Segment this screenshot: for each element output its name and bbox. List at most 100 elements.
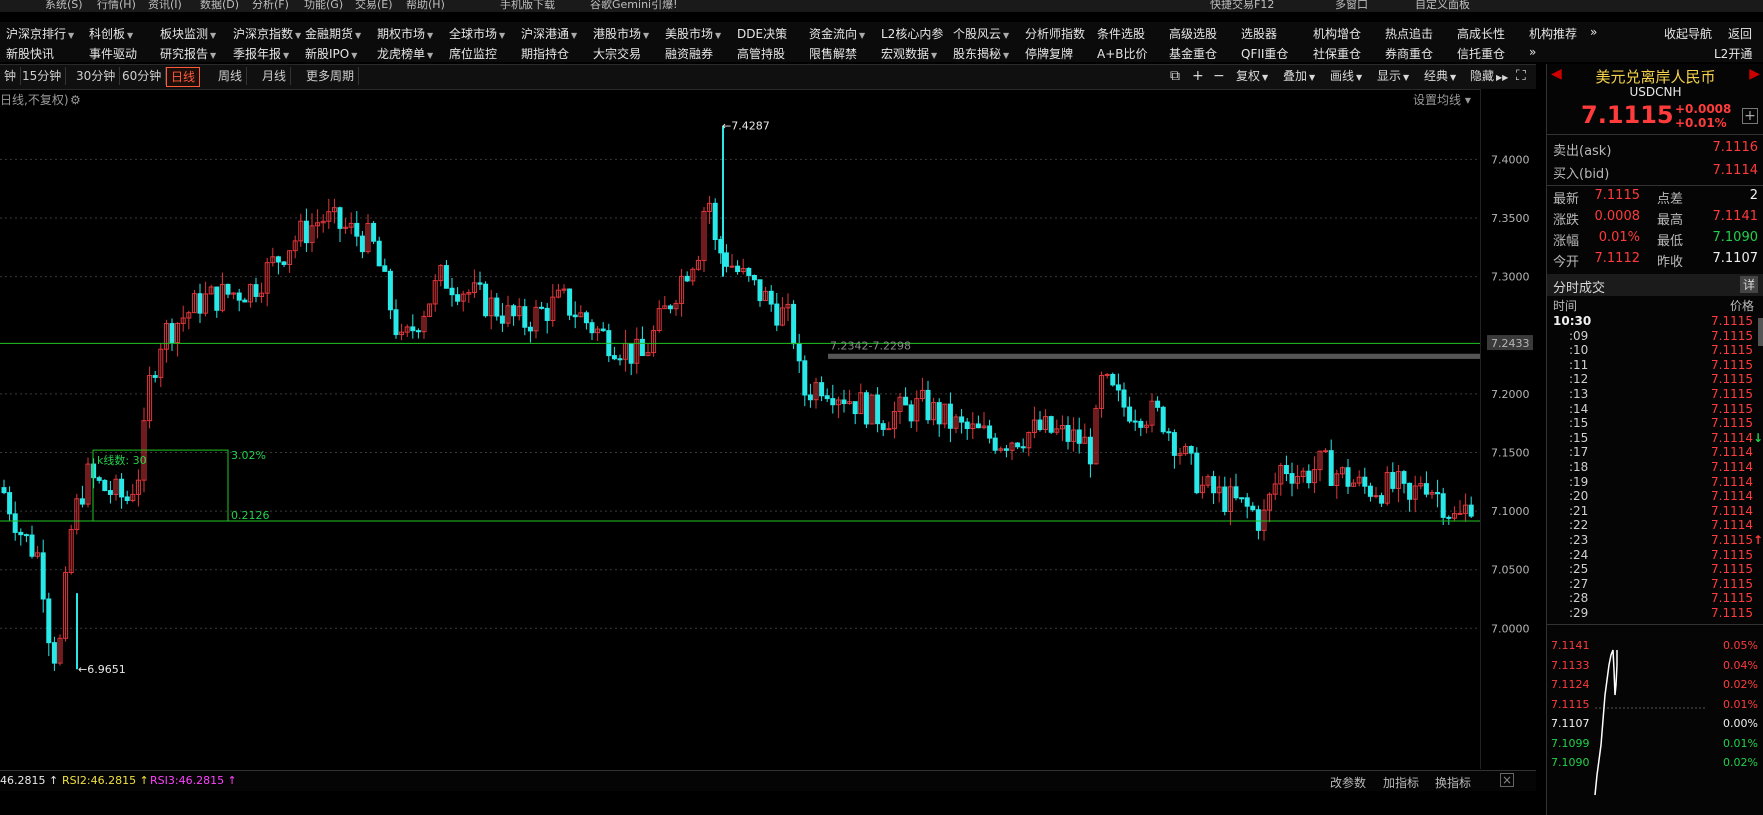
nav-item[interactable]: 事件驱动 [89,45,137,62]
candle-body [1283,465,1289,475]
nav-item[interactable]: L2核心内参 [881,25,943,42]
toolbar-button[interactable]: 画线 ▼ [1330,67,1362,85]
toolbar-button[interactable]: 复权 ▼ [1236,67,1268,85]
nav-item[interactable]: 龙虎榜单 ▼ [377,45,433,62]
toolbar-button[interactable]: 经典 ▼ [1424,67,1456,85]
nav-item[interactable]: 热点追击 [1385,25,1433,42]
nav-item-label: 社保重仓 [1313,47,1362,61]
nav-item[interactable]: 科创板 ▼ [89,25,133,42]
tick-row: :24 7.1115 [1569,547,1753,562]
toolbar-button[interactable]: 叠加 ▼ [1283,67,1315,85]
chevron-down-icon: ▼ [1003,51,1010,60]
nav-item[interactable]: QFII重仓 [1241,45,1288,62]
top-menu-item[interactable]: 分析(F) [252,0,289,12]
nav-item[interactable]: 选股器 [1241,25,1277,42]
top-menu-item[interactable]: 自定义面板 [1415,0,1470,12]
nav-item[interactable]: 大宗交易 [593,45,641,62]
rsi-indicator-bar: 46.2815 ↑ RSI2:46.2815 ↑ RSI3:46.2815 ↑ 改参数… [0,770,1536,791]
period-tab[interactable]: 30分钟 [72,67,121,85]
kline-chart[interactable]: ←7.4287 ←6.9651 7.2342-7.2298 k线数: 30 3.02% 0… [0,89,1480,769]
top-menu-item[interactable]: 交易(E) [355,0,393,12]
nav-item[interactable]: 机构推荐 [1529,25,1577,42]
top-menu-item[interactable]: 功能(G) [304,0,343,12]
period-tab[interactable]: 60分钟 [118,67,167,85]
nav-item[interactable]: 机构增仓 [1313,25,1361,42]
top-menu-item[interactable]: 快捷交易F12 [1210,0,1274,12]
toolbar-button[interactable]: 隐藏 ▶▶ [1470,67,1508,85]
nav-item[interactable]: 条件选股 [1097,25,1145,42]
close-icon[interactable]: × [1500,773,1514,787]
price-tick: 7.3500 [1491,212,1530,225]
nav-item[interactable]: 沪深港通 ▼ [521,25,577,42]
zoom-in-icon[interactable]: + [1192,67,1204,85]
period-tab[interactable]: 日线 [166,67,201,87]
top-menu-item[interactable]: 手机版下载 [500,0,555,12]
nav-item[interactable]: 研究报告 ▼ [160,45,216,62]
scrollbar[interactable] [1758,318,1763,346]
nav-item[interactable]: DDE决策 [737,25,787,42]
nav-item[interactable]: 个股风云 ▼ [953,25,1009,42]
nav-item[interactable]: 融资融券 [665,45,713,62]
top-menu-item[interactable]: 数据(D) [200,0,239,12]
nav-item[interactable]: 季报年报 ▼ [233,45,289,62]
nav-item[interactable]: 基金重仓 [1169,45,1217,62]
nav-item-label: 返回 [1728,27,1753,41]
nav-item[interactable]: 港股市场 ▼ [593,25,649,42]
nav-item[interactable]: 新股快讯 [6,45,54,62]
nav-item[interactable]: 券商重仓 [1385,45,1433,62]
top-menu-item[interactable]: 系统(S) [45,0,83,12]
nav-item[interactable]: L2开通 [1714,45,1752,62]
top-menu-item[interactable]: 行情(H) [97,0,136,12]
candle-body [712,202,718,241]
nav-item[interactable]: 新股IPO ▼ [305,45,357,62]
nav-item[interactable]: 沪深京指数 ▼ [233,25,301,42]
period-tab[interactable]: 更多周期 [302,67,360,85]
candle-body [119,478,125,498]
nav-item[interactable]: 分析师指数 [1025,25,1085,42]
indicator-action[interactable]: 加指标 [1383,774,1419,791]
toolbar-button[interactable]: 显示 ▼ [1377,67,1409,85]
nav-item[interactable]: 沪深京排行 ▼ [6,25,74,42]
nav-item[interactable]: 全球市场 ▼ [449,25,505,42]
nav-item[interactable]: » [1529,45,1536,59]
nav-item[interactable]: 股东揭秘 ▼ [953,45,1009,62]
fullscreen-icon[interactable]: ⛶ [1516,67,1526,85]
top-menu-item[interactable]: 资讯(I) [148,0,182,12]
period-tab[interactable]: 周线 [214,67,248,85]
chart-header: 日线,不复权) [0,93,69,107]
zoom-out-icon[interactable]: − [1213,67,1225,85]
nav-item[interactable]: 收起导航 [1664,25,1712,42]
indicator-action[interactable]: 换指标 [1435,774,1471,791]
nav-item[interactable]: 板块监测 ▼ [160,25,216,42]
nav-item[interactable]: 信托重仓 [1457,45,1505,62]
nav-item[interactable]: 资金流向 ▼ [809,25,865,42]
ticks-detail-button[interactable]: 详 [1739,276,1758,293]
candle-body [1373,495,1379,498]
nav-item[interactable]: A+B比价 [1097,45,1148,62]
nav-item[interactable]: 宏观数据 ▼ [881,45,937,62]
indicator-action[interactable]: 改参数 [1330,774,1366,791]
nav-item[interactable]: 高级选股 [1169,25,1217,42]
kline-chart-svg[interactable]: ←7.4287 ←6.9651 7.2342-7.2298 k线数: 30 3.02% 0… [0,89,1480,769]
nav-item[interactable]: 美股市场 ▼ [665,25,721,42]
top-menu-item[interactable]: 多窗口 [1335,0,1368,12]
lock-icon[interactable]: ⧉ [1170,67,1180,85]
nav-item[interactable]: 社保重仓 [1313,45,1361,62]
nav-item[interactable]: 期指持仓 [521,45,569,62]
period-tab[interactable]: 15分钟 [18,67,67,85]
nav-item[interactable]: 停牌复牌 [1025,45,1073,62]
nav-item[interactable]: 席位监控 [449,45,497,62]
nav-item[interactable]: 限售解禁 [809,45,857,62]
nav-item[interactable]: 高成长性 [1457,25,1505,42]
nav-item-label: 条件选股 [1097,27,1146,41]
nav-item[interactable]: 返回 [1728,25,1752,42]
nav-item[interactable]: 期权市场 ▼ [377,25,433,42]
period-tab[interactable]: 月线 [258,67,292,85]
nav-item[interactable]: 金融期货 ▼ [305,25,361,42]
top-menu-item[interactable]: 帮助(H) [406,0,445,12]
candle-body [1306,470,1312,484]
nav-item[interactable]: » [1590,25,1597,39]
add-icon[interactable]: + [1742,108,1758,124]
top-menu-item[interactable]: 谷歌Gemini引爆! [590,0,678,12]
nav-item[interactable]: 高管持股 [737,45,785,62]
